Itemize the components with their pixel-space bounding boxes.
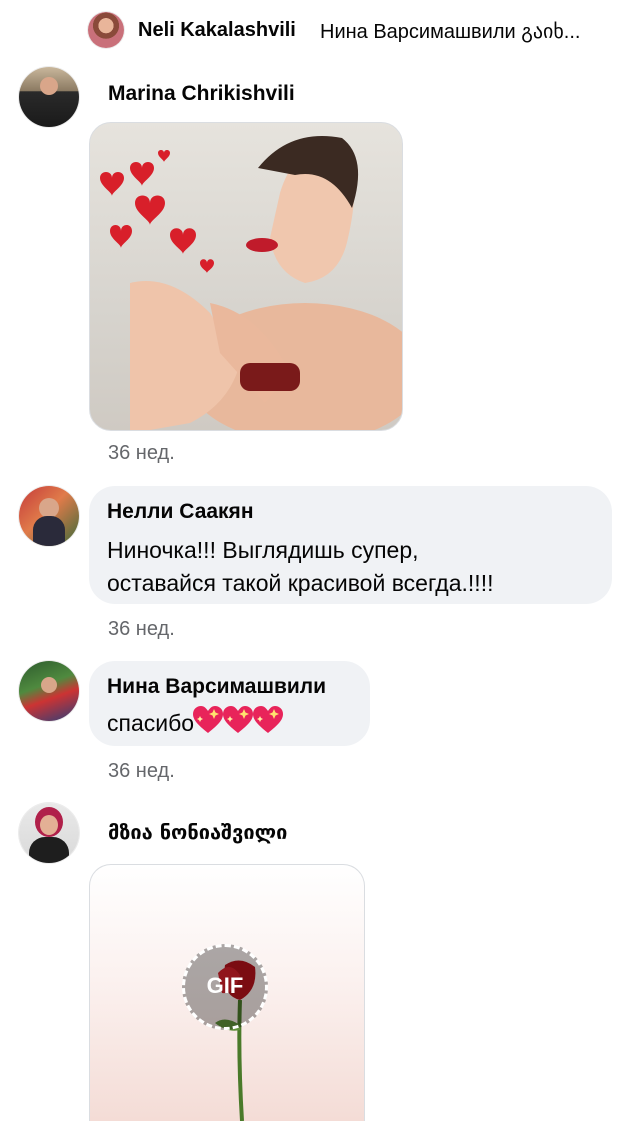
comment-bubble[interactable]: Нина Варсимашвили спасибо [89, 661, 370, 746]
gif-play-button[interactable]: GIF [182, 944, 268, 1030]
comment-photo[interactable] [89, 122, 403, 431]
avatar[interactable] [19, 661, 79, 721]
reply-preview[interactable]: Neli Kakalashvili Нина Варсимашвили გაიხ… [88, 10, 628, 50]
reply-author[interactable]: Neli Kakalashvili [138, 19, 296, 42]
gif-attachment[interactable]: GIF [89, 864, 365, 1121]
comment-author[interactable]: Нина Варсимашвили [107, 675, 326, 699]
avatar[interactable] [19, 803, 79, 863]
sparkling-heart-icon [192, 705, 224, 744]
comment-author[interactable]: Marina Chrikishvili [108, 82, 295, 106]
comment-bubble[interactable]: Нелли Саакян Ниночка!!! Выглядишь супер,… [89, 486, 612, 604]
comment-timestamp[interactable]: 36 нед. [108, 442, 175, 465]
comment-text: спасибо [107, 705, 284, 744]
comment-text-line: оставайся такой красивой всегда.!!!! [107, 570, 494, 596]
comment-text-value: спасибо [107, 710, 195, 736]
comment-author[interactable]: Нелли Саакян [107, 500, 254, 524]
sparkling-heart-icon [252, 705, 284, 744]
avatar[interactable] [19, 486, 79, 546]
reply-text[interactable]: Нина Варсимашвили გაიხ... [320, 19, 580, 44]
avatar[interactable] [88, 12, 124, 48]
gif-label: GIF [206, 973, 244, 998]
comment-timestamp[interactable]: 36 нед. [108, 760, 175, 783]
comment-author[interactable]: მზია ნონიაშვილი [108, 820, 287, 844]
avatar[interactable] [19, 67, 79, 127]
comment-timestamp[interactable]: 36 нед. [108, 618, 175, 641]
sparkling-heart-icon [222, 705, 254, 744]
comment-text-line: Ниночка!!! Выглядишь супер, [107, 537, 419, 563]
